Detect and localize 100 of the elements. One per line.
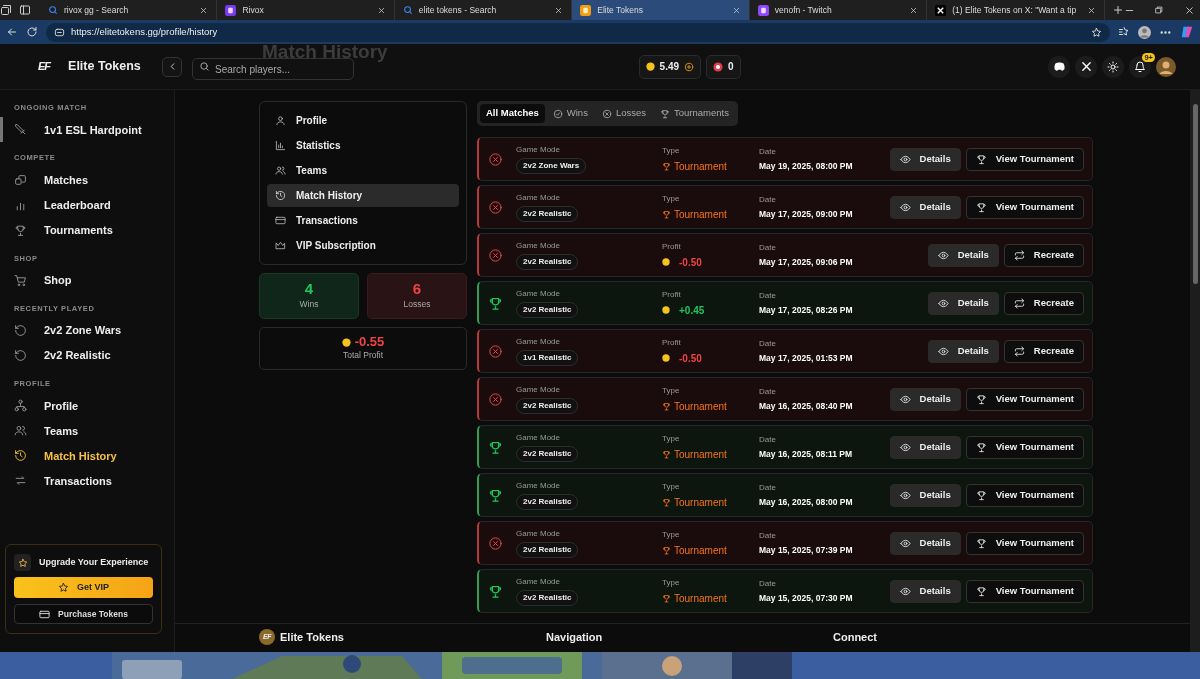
details-button[interactable]: Details <box>927 243 999 267</box>
sidebar-item[interactable]: Matches <box>0 167 174 193</box>
trophy-icon <box>662 209 671 219</box>
sidebar-item[interactable]: Match History <box>0 443 174 469</box>
sidebar-item-icon <box>14 223 27 237</box>
search-icon <box>199 60 210 72</box>
view-tournament-button[interactable]: View Tournament <box>965 435 1084 459</box>
losses-count: 6 <box>412 281 422 298</box>
details-button[interactable]: Details <box>927 291 999 315</box>
details-button[interactable]: Details <box>927 339 999 363</box>
address-bar[interactable]: https://elitetokens.gg/profile/history <box>46 22 1110 42</box>
back-icon <box>6 26 18 38</box>
sidebar-item[interactable]: Transactions <box>0 468 174 494</box>
view-tournament-button[interactable]: View Tournament <box>965 147 1084 171</box>
copilot-icon <box>1180 25 1194 39</box>
details-button[interactable]: Details <box>889 435 961 459</box>
theme-button[interactable] <box>1102 55 1124 78</box>
filter-tab[interactable]: Tournaments <box>654 104 735 123</box>
x-button[interactable] <box>1075 55 1097 78</box>
sidebar-item[interactable]: 2v2 Zone Wars <box>0 318 174 343</box>
profile-nav-item[interactable]: Transactions <box>267 209 459 232</box>
purchase-tokens-button[interactable]: Purchase Tokens <box>14 604 153 624</box>
match-date: May 15, 2025, 07:39 PM <box>759 543 853 557</box>
filter-tab[interactable]: All Matches <box>480 104 545 123</box>
details-button[interactable]: Details <box>889 579 961 603</box>
sidebar-item[interactable]: Tournaments <box>0 217 174 243</box>
avatar-icon[interactable] <box>1156 56 1176 77</box>
sidebar-item[interactable]: Shop <box>0 267 174 293</box>
field-label: Date <box>759 385 776 398</box>
field-label: Type <box>662 432 680 445</box>
field-label: Game Mode <box>516 576 561 588</box>
trophy-icon <box>662 497 671 507</box>
profile-nav-item[interactable]: Match History <box>267 184 459 207</box>
search-field[interactable]: Search players... <box>192 58 354 80</box>
avatar-icon <box>1138 25 1151 39</box>
browser-tab[interactable]: Elite Tokens <box>572 0 750 20</box>
trophy-icon <box>975 153 987 165</box>
view-tournament-button[interactable]: View Tournament <box>965 579 1084 603</box>
loss-icon <box>488 152 503 168</box>
restore-icon <box>1154 5 1165 15</box>
sidebar-item-icon <box>14 449 27 463</box>
match-type: Tournament <box>674 447 727 462</box>
match-type: Tournament <box>674 207 727 222</box>
discord-button[interactable] <box>1048 55 1070 78</box>
details-button[interactable]: Details <box>889 147 961 171</box>
close-icon <box>376 5 386 15</box>
eye-icon <box>899 585 911 597</box>
filter-tab[interactable]: Wins <box>546 104 594 123</box>
profile-nav-item[interactable]: VIP Subscription <box>267 234 459 257</box>
view-tournament-button[interactable]: View Tournament <box>965 387 1084 411</box>
field-label: Profit <box>662 336 681 349</box>
view-tournament-button[interactable]: View Tournament <box>965 531 1084 555</box>
match-date: May 15, 2025, 07:30 PM <box>759 591 853 605</box>
profile-nav-item[interactable]: Teams <box>267 159 459 182</box>
game-mode-tag: 2v2 Realistic <box>516 254 579 270</box>
sidebar-item[interactable]: Leaderboard <box>0 192 174 218</box>
coin-icon <box>662 258 670 266</box>
recreate-button[interactable]: Recreate <box>1003 291 1084 315</box>
field-label: Game Mode <box>516 528 561 540</box>
trophy-icon <box>975 441 987 453</box>
nav-icon <box>275 190 286 201</box>
details-button[interactable]: Details <box>889 483 961 507</box>
trophy-icon <box>488 296 503 312</box>
bookmark-icon <box>1091 26 1102 38</box>
favicon-icon <box>757 4 769 16</box>
sidebar-item[interactable]: Teams <box>0 418 174 444</box>
details-button[interactable]: Details <box>889 195 961 219</box>
loss-icon <box>488 392 503 408</box>
sidebar-item[interactable]: Profile <box>0 393 174 419</box>
site-info-icon <box>54 26 65 38</box>
game-mode-tag: 2v2 Realistic <box>516 206 579 222</box>
field-label: Game Mode <box>516 432 561 444</box>
recreate-button[interactable]: Recreate <box>1003 339 1084 363</box>
recreate-button[interactable]: Recreate <box>1003 243 1084 267</box>
get-vip-button[interactable]: Get VIP <box>14 577 153 598</box>
details-button[interactable]: Details <box>889 387 961 411</box>
field-label: Date <box>759 529 776 542</box>
details-button[interactable]: Details <box>889 531 961 555</box>
star-icon <box>58 582 69 593</box>
balance-pill[interactable]: 5.49 <box>638 54 702 79</box>
close-icon <box>1086 5 1096 15</box>
filter-tab[interactable]: Losses <box>595 104 653 123</box>
sidebar-item-icon <box>14 349 27 362</box>
profile-nav-item[interactable]: Profile <box>267 109 459 132</box>
eye-icon <box>899 489 911 501</box>
favicon-icon <box>580 4 592 16</box>
search-favicon-icon <box>402 5 413 15</box>
profile-nav-item[interactable]: Statistics <box>267 134 459 157</box>
scrollbar[interactable] <box>1190 90 1200 652</box>
close-icon <box>909 5 919 15</box>
tickets-pill[interactable]: 0 <box>706 54 741 79</box>
field-label: Date <box>759 337 776 350</box>
game-mode-tag: 2v2 Realistic <box>516 398 579 414</box>
view-tournament-button[interactable]: View Tournament <box>965 195 1084 219</box>
sidebar-item[interactable]: 2v2 Realistic <box>0 343 174 368</box>
eye-icon <box>899 393 911 405</box>
sidebar-item[interactable]: 1v1 ESL Hardpoint <box>0 117 174 143</box>
field-label: Game Mode <box>516 288 561 300</box>
game-mode-tag: 2v2 Zone Wars <box>516 158 587 174</box>
view-tournament-button[interactable]: View Tournament <box>965 483 1084 507</box>
